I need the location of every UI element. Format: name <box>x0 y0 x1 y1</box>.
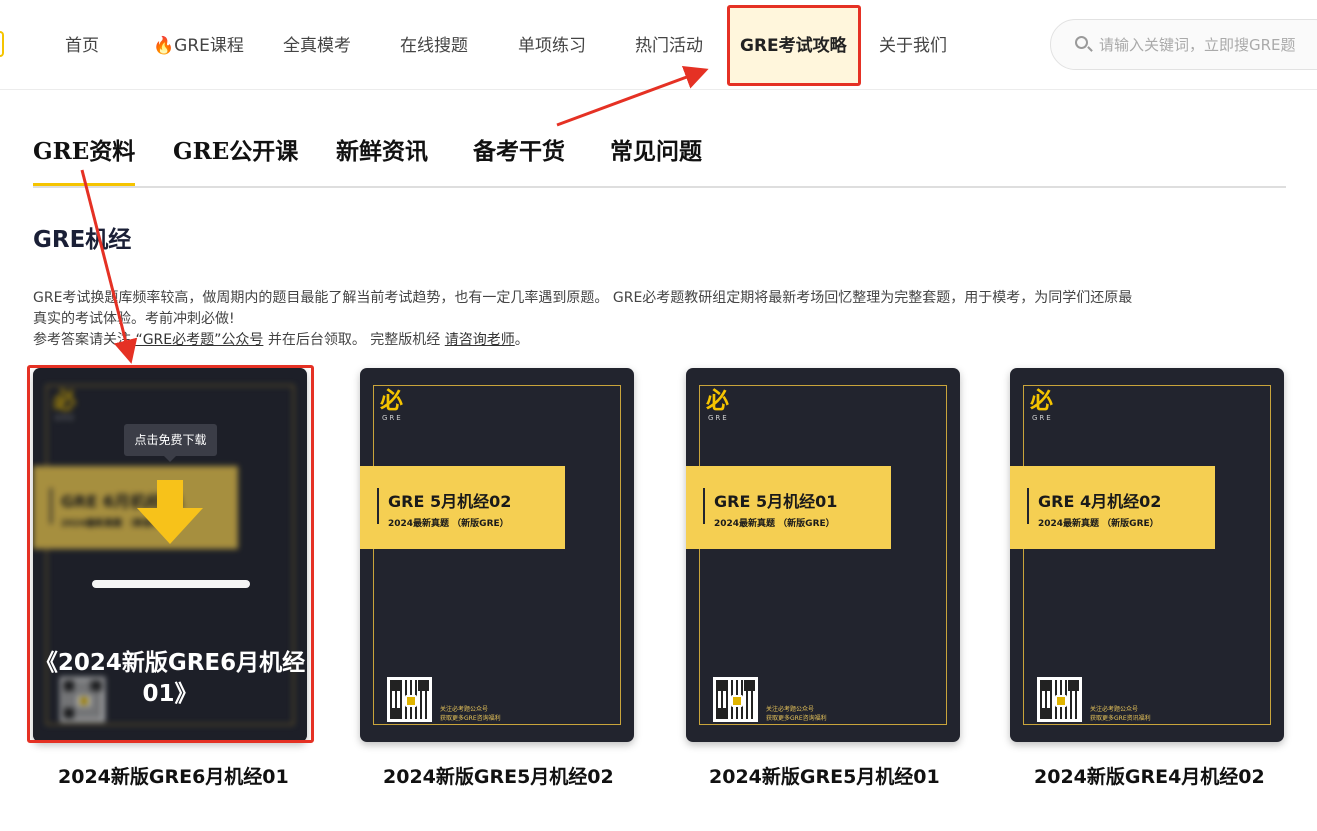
fire-icon: 🔥 <box>153 36 175 56</box>
search-input[interactable] <box>1099 32 1317 58</box>
card-title[interactable]: 2024新版GRE5月机经02 <box>383 764 614 790</box>
desc-text: 并在后台领取。 完整版机经 <box>267 332 441 348</box>
nav-item-gre-course[interactable]: 🔥GRE课程 <box>153 34 244 58</box>
qr-code <box>1037 677 1082 722</box>
wechat-account-link[interactable]: “GRE必考题”公众号 <box>135 332 263 348</box>
cover-frame <box>373 385 621 725</box>
tab-faq[interactable]: 常见问题 <box>610 136 702 168</box>
section-title: GRE机经 <box>33 227 132 253</box>
material-card[interactable]: 必 GRE GRE 5月机经02 2024最新真题 （新版GRE） 关注必考题公… <box>360 368 634 742</box>
desc-text: 。 <box>514 332 529 348</box>
tab-gre-materials[interactable]: GRE资料 <box>33 136 136 186</box>
nav-item-search-questions[interactable]: 在线搜题 <box>400 34 468 58</box>
category-tabs: GRE资料 GRE公开课 新鲜资讯 备考干货 常见问题 <box>33 136 1286 188</box>
search-box[interactable] <box>1050 19 1317 70</box>
brand-logo-sub: GRE <box>382 414 403 422</box>
nav-item-single-practice[interactable]: 单项练习 <box>518 34 586 58</box>
cover-band-subtitle: 2024最新真题 （新版GRE） <box>388 519 509 529</box>
cover-band: GRE 5月机经02 2024最新真题 （新版GRE） <box>360 466 565 549</box>
card-cover[interactable]: 必 GRE GRE 5月机经01 2024最新真题 （新版GRE） 关注必考题公… <box>686 368 960 742</box>
cover-band-title: GRE 5月机经02 <box>388 492 512 511</box>
cover-band-title: GRE 4月机经02 <box>1038 492 1162 511</box>
cover-band: GRE 4月机经02 2024最新真题 （新版GRE） <box>1010 466 1215 549</box>
logo-fragment[interactable] <box>0 31 4 57</box>
search-icon[interactable] <box>1075 36 1088 49</box>
cover-band: GRE 5月机经01 2024最新真题 （新版GRE） <box>686 466 891 549</box>
nav-item-about-us[interactable]: 关于我们 <box>879 34 947 58</box>
tab-prep-tips[interactable]: 备考干货 <box>473 136 565 168</box>
cover-band-title: GRE 5月机经01 <box>714 492 838 511</box>
qr-code <box>713 677 758 722</box>
cover-band-subtitle: 2024最新真题 （新版GRE） <box>1038 519 1159 529</box>
annotation-highlight-box <box>27 365 314 743</box>
card-title[interactable]: 2024新版GRE4月机经02 <box>1034 764 1265 790</box>
cover-frame <box>699 385 947 725</box>
brand-logo-sub: GRE <box>1032 414 1053 422</box>
follow-text: 关注必考题公众号 获取更多GRE咨询福利 <box>766 706 827 722</box>
card-title[interactable]: 2024新版GRE6月机经01 <box>58 764 289 790</box>
nav-item-hot-events[interactable]: 热门活动 <box>635 34 703 58</box>
tab-gre-open-class[interactable]: GRE公开课 <box>173 136 298 168</box>
desc-text: 参考答案请关注 <box>33 332 131 348</box>
desc-line: 参考答案请关注 “GRE必考题”公众号 并在后台领取。 完整版机经 请咨询老师。 <box>33 330 1288 351</box>
qr-code <box>387 677 432 722</box>
brand-logo: 必 <box>380 388 403 414</box>
card-cover[interactable]: 必 GRE GRE 5月机经02 2024最新真题 （新版GRE） 关注必考题公… <box>360 368 634 742</box>
desc-line: GRE考试换题库频率较高，做周期内的题目最能了解当前考试趋势，也有一定几率遇到原… <box>33 290 1133 306</box>
cover-band-subtitle: 2024最新真题 （新版GRE） <box>714 519 835 529</box>
cover-frame <box>1023 385 1271 725</box>
card-title[interactable]: 2024新版GRE5月机经01 <box>709 764 940 790</box>
nav-item-mock-exam[interactable]: 全真模考 <box>283 34 351 58</box>
material-card[interactable]: 必 GRE GRE 4月机经02 2024最新真题 （新版GRE） 关注必考题公… <box>1010 368 1284 742</box>
material-card[interactable]: 必 GRE GRE 5月机经01 2024最新真题 （新版GRE） 关注必考题公… <box>686 368 960 742</box>
desc-line: 真实的考试体验。考前冲刺必做! <box>33 311 235 327</box>
top-navbar: 首页 🔥GRE课程 全真模考 在线搜题 单项练习 热门活动 GRE考试攻略 关于… <box>0 0 1317 90</box>
nav-item-home[interactable]: 首页 <box>65 34 99 58</box>
follow-text: 关注必考题公众号 获取更多GRE资讯福利 <box>1090 706 1151 722</box>
follow-text: 关注必考题公众号 获取更多GRE咨询福利 <box>440 706 501 722</box>
annotation-highlight-box <box>727 5 861 86</box>
consult-teacher-link[interactable]: 请咨询老师 <box>445 332 515 348</box>
brand-logo-sub: GRE <box>708 414 729 422</box>
card-cover[interactable]: 必 GRE GRE 4月机经02 2024最新真题 （新版GRE） 关注必考题公… <box>1010 368 1284 742</box>
section-description: GRE考试换题库频率较高，做周期内的题目最能了解当前考试趋势，也有一定几率遇到原… <box>33 288 1288 351</box>
brand-logo: 必 <box>706 388 729 414</box>
nav-item-label: GRE课程 <box>174 36 244 56</box>
tab-news[interactable]: 新鲜资讯 <box>336 136 428 168</box>
brand-logo: 必 <box>1030 388 1053 414</box>
